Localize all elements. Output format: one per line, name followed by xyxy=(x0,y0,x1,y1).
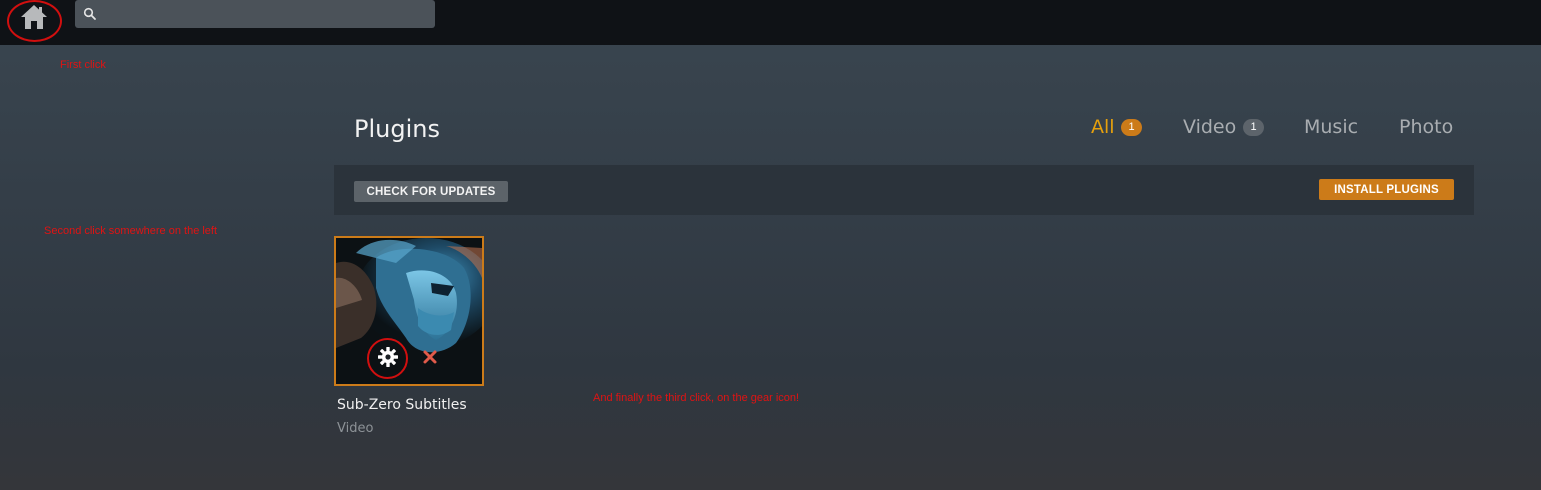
home-icon xyxy=(21,5,47,29)
tab-video[interactable]: Video xyxy=(1183,116,1236,138)
tab-video-count-badge: 1 xyxy=(1243,119,1264,136)
plugin-thumbnail xyxy=(336,238,482,384)
tab-all-label: All xyxy=(1091,116,1115,138)
search-bar[interactable] xyxy=(75,0,435,28)
plugins-toolbar: CHECK FOR UPDATES INSTALL PLUGINS xyxy=(334,165,1474,215)
top-bar xyxy=(0,0,1541,45)
plugin-card[interactable] xyxy=(334,236,484,386)
home-button[interactable] xyxy=(17,3,51,31)
install-plugins-button[interactable]: INSTALL PLUGINS xyxy=(1319,179,1454,200)
tab-video-label: Video xyxy=(1183,116,1237,138)
annotation-first-click: First click xyxy=(60,59,106,71)
gear-icon[interactable] xyxy=(377,346,399,368)
tab-all[interactable]: All xyxy=(1091,116,1115,138)
close-icon[interactable] xyxy=(422,349,438,365)
page-title: Plugins xyxy=(354,115,440,143)
tab-music-label: Music xyxy=(1304,116,1359,138)
search-input[interactable] xyxy=(105,0,425,28)
annotation-third-click: And finally the third click, on the gear… xyxy=(593,392,800,404)
plugin-type: Video xyxy=(337,421,374,436)
check-for-updates-button[interactable]: CHECK FOR UPDATES xyxy=(354,181,508,202)
tab-photo[interactable]: Photo xyxy=(1399,116,1453,138)
tab-photo-label: Photo xyxy=(1399,116,1454,138)
tab-all-count-badge: 1 xyxy=(1121,119,1142,136)
tab-music[interactable]: Music xyxy=(1304,116,1358,138)
search-icon xyxy=(83,7,96,20)
plugin-name[interactable]: Sub-Zero Subtitles xyxy=(337,397,467,413)
annotation-second-click: Second click somewhere on the left xyxy=(44,225,218,237)
